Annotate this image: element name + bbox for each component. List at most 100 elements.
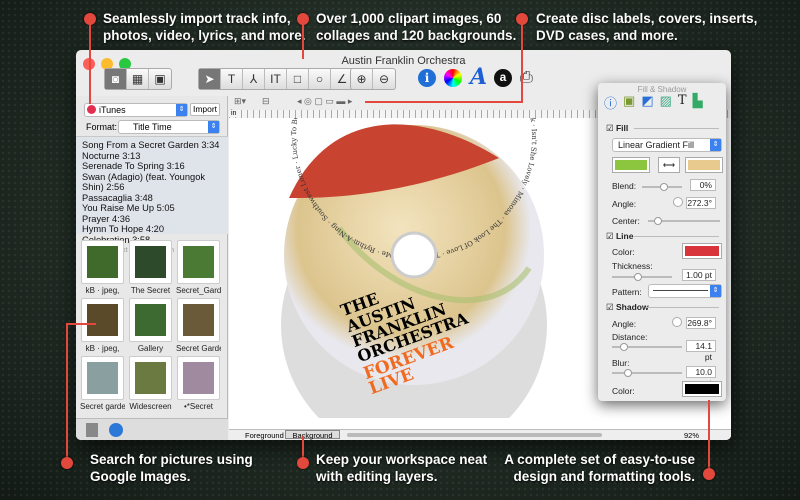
thumbnail-caption: Secret garden: [80, 402, 125, 411]
thickness-slider[interactable]: [612, 273, 672, 281]
track-item[interactable]: Swan (Adagio) (feat. Youngok Shin) 2:56: [82, 172, 222, 193]
shadow-angle-field[interactable]: 269.8°: [686, 317, 716, 329]
fill-type-select[interactable]: Linear Gradient Fill ⇕: [612, 138, 722, 152]
image-thumbnail[interactable]: Secret garden: [80, 356, 125, 414]
image-thumbnail[interactable]: kB · jpeg,: [80, 240, 125, 298]
track-item[interactable]: Hymn To Hope 4:20: [82, 224, 222, 235]
callout-text: Create disc labels, covers, inserts,: [536, 11, 758, 26]
amazon-icon[interactable]: a: [494, 69, 512, 87]
add-icon[interactable]: ⊞▾: [234, 96, 246, 107]
image-thumbnail[interactable]: Secret Garden: [176, 298, 221, 356]
image-thumbnail[interactable]: •*Secret: [176, 356, 221, 414]
callout-text: with editing layers.: [316, 469, 438, 484]
blend-label: Blend:: [612, 181, 637, 191]
distance-slider[interactable]: [612, 343, 682, 351]
info-tab-icon[interactable]: ⓘ: [604, 93, 617, 112]
text-box-icon[interactable]: T: [221, 69, 243, 89]
track-item[interactable]: Serenade To Spring 3:16: [82, 161, 222, 172]
gradient-color-b[interactable]: [685, 157, 723, 173]
angle-label: Angle:: [612, 199, 637, 209]
circle-icon[interactable]: ○: [309, 69, 331, 89]
path-text-icon[interactable]: IT: [265, 69, 287, 89]
tab-foreground[interactable]: Foreground: [245, 431, 284, 440]
thumbnail-image: [81, 356, 124, 400]
line-color-swatch[interactable]: [682, 243, 722, 259]
track-list[interactable]: Song From a Secret Garden 3:34 Nocturne 3…: [76, 136, 228, 254]
shadow-checkbox[interactable]: ☑ Shadow: [606, 302, 649, 313]
line-checkbox[interactable]: ☑ Line: [606, 231, 633, 242]
color-wheel-icon[interactable]: [444, 69, 462, 87]
media-icon[interactable]: ▣: [149, 69, 171, 89]
window-title: Austin Franklin Orchestra: [341, 55, 466, 67]
shadow-angle-knob[interactable]: [672, 317, 682, 327]
align-tab-icon[interactable]: ▙: [693, 93, 703, 112]
rectangle-icon[interactable]: □: [287, 69, 309, 89]
font-icon[interactable]: A: [470, 64, 487, 90]
blend-field[interactable]: 0%: [690, 179, 716, 191]
distance-field[interactable]: 14.1 pt: [686, 340, 716, 362]
fill-tab-icon[interactable]: ▣: [623, 93, 635, 112]
track-item[interactable]: Nocturne 3:13: [82, 151, 222, 162]
zoom-toolbar: ⊕ ⊖: [350, 68, 396, 90]
track-item[interactable]: Passacaglia 3:48: [82, 193, 222, 204]
callout-labels: Create disc labels, covers, inserts, DVD …: [536, 10, 757, 44]
grid-icon[interactable]: ▦: [127, 69, 149, 89]
source-value: iTunes: [99, 105, 126, 115]
blur-slider[interactable]: [612, 369, 682, 377]
zoom-level[interactable]: 92%: [684, 431, 699, 440]
curved-text-icon[interactable]: ⅄: [243, 69, 265, 89]
info-icon[interactable]: i: [418, 69, 436, 87]
thumbnail-caption: •*Secret: [183, 402, 214, 411]
library-icon[interactable]: [86, 423, 98, 437]
swap-colors-button[interactable]: ⟷: [658, 157, 680, 173]
panel-tabs: ⓘ ▣ ◩ ▨ T ▙: [604, 93, 703, 112]
format-value: Title Time: [133, 122, 172, 132]
format-label: Format:: [86, 122, 118, 132]
image-thumbnail[interactable]: Secret_Garde: [176, 240, 221, 298]
fill-label: Fill: [615, 123, 629, 133]
remove-icon[interactable]: ⊟: [262, 96, 270, 107]
tab-background[interactable]: Background: [285, 430, 340, 440]
horizontal-scrollbar[interactable]: [347, 433, 602, 437]
globe-icon[interactable]: [109, 423, 123, 437]
zoom-in-icon[interactable]: ⊕: [351, 69, 373, 89]
thumbnail-caption: Secret_Garde: [176, 286, 221, 295]
callout-layers: Keep your workspace neat with editing lay…: [316, 451, 487, 485]
source-select[interactable]: iTunes ⇕: [84, 103, 188, 117]
angle-field[interactable]: 272.3°: [686, 197, 716, 209]
image-thumbnail[interactable]: Gallery: [128, 298, 173, 356]
thumbnail-caption: kB · jpeg,: [85, 286, 120, 295]
callout-dot: [297, 457, 309, 469]
callout-text: Keep your workspace neat: [316, 452, 488, 467]
track-item[interactable]: You Raise Me Up 5:05: [82, 203, 222, 214]
shadow-tab-icon[interactable]: ◩: [641, 93, 653, 112]
text-tab-icon[interactable]: T: [678, 93, 687, 112]
itunes-icon: [87, 105, 96, 114]
callout-dot: [61, 457, 73, 469]
pattern-select[interactable]: ⇕: [648, 284, 722, 298]
thickness-label: Thickness:: [612, 261, 653, 271]
track-item[interactable]: Song From a Secret Garden 3:34: [82, 140, 222, 151]
center-slider[interactable]: [648, 217, 720, 225]
callout-import: Seamlessly import track info, photos, vid…: [103, 10, 306, 44]
disc-shape-icon[interactable]: ◂ ◎ ▢ ▭ ▬ ▸: [297, 96, 352, 107]
thickness-field[interactable]: 1.00 pt: [682, 269, 716, 281]
format-select[interactable]: Title Time ⇕: [118, 120, 220, 134]
camera-icon[interactable]: ◙: [105, 69, 127, 89]
image-thumbnail[interactable]: The Secret: [128, 240, 173, 298]
thumbnail-caption: Gallery: [137, 344, 164, 353]
angle-knob[interactable]: [673, 197, 683, 207]
callout-design-tools: A complete set of easy-to-use design and …: [480, 451, 695, 485]
import-button[interactable]: Import: [190, 103, 220, 116]
zoom-out-icon[interactable]: ⊖: [373, 69, 395, 89]
image-thumbnail[interactable]: kB · jpeg,: [80, 298, 125, 356]
fill-checkbox[interactable]: ☑ Fill: [606, 123, 628, 134]
shadow-color-swatch[interactable]: [682, 381, 722, 397]
gradient-color-a[interactable]: [612, 157, 650, 173]
arrow-icon[interactable]: ➤: [199, 69, 221, 89]
track-item[interactable]: Prayer 4:36: [82, 214, 222, 225]
blur-field[interactable]: 10.0 pt: [686, 366, 716, 388]
blend-slider[interactable]: [642, 183, 682, 191]
image-thumbnail[interactable]: Widescreen: [128, 356, 173, 414]
image-tab-icon[interactable]: ▨: [660, 93, 672, 112]
